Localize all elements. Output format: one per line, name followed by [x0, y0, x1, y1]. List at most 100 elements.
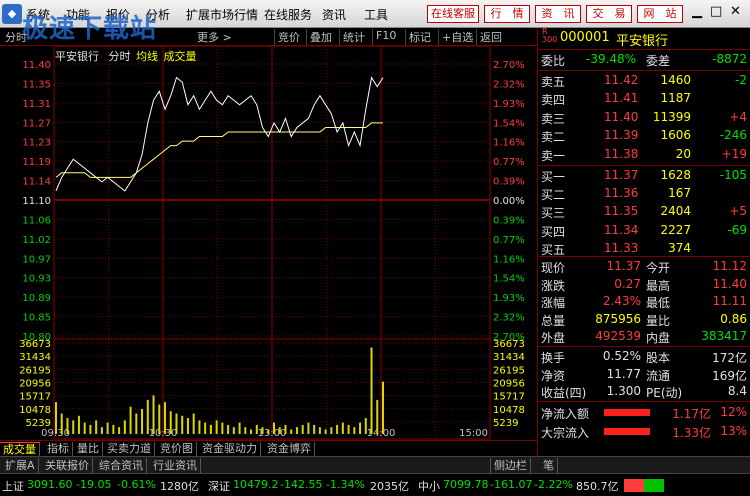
- legend-avg: 均线: [136, 50, 158, 63]
- stat-label: 今开: [646, 261, 671, 275]
- ask-row: 卖一 11.38 20 +19: [538, 146, 750, 164]
- volume-tick-label: 10478: [493, 405, 525, 416]
- percent-tick-label: 1.93%: [493, 293, 525, 304]
- price-line: [55, 76, 384, 192]
- flow-bar: [604, 409, 650, 416]
- minimize-icon[interactable]: ▁: [692, 4, 702, 19]
- signal-bar-icon: [624, 479, 664, 492]
- price-tick-label: 11.31: [22, 99, 51, 110]
- market-button[interactable]: 行 情: [484, 5, 530, 23]
- bid-volume: 1628: [660, 168, 691, 182]
- tab-related-quote[interactable]: 关联报价: [42, 458, 93, 473]
- stat-row: 涨跌 0.27 最高 11.40: [538, 276, 750, 294]
- menu-online-service[interactable]: 在线服务: [264, 6, 312, 23]
- tab-f10[interactable]: F10: [372, 29, 399, 45]
- tab-fund-drive[interactable]: 资金驱动力: [199, 442, 261, 456]
- percent-tick-label: 1.16%: [493, 254, 525, 265]
- volume-tick-label: 36673: [19, 339, 51, 350]
- tab-overlay[interactable]: 叠加: [306, 29, 335, 45]
- flow-percent: 12%: [720, 405, 747, 419]
- zx-value: 7099.78: [443, 478, 489, 491]
- quote-title: R 300 000001 平安银行: [538, 27, 750, 50]
- ask-price: 11.39: [604, 128, 639, 143]
- website-button[interactable]: 网 站: [637, 5, 683, 23]
- volume-tick-label: 31434: [493, 352, 525, 363]
- sz-percent: -1.34%: [326, 478, 365, 491]
- stat-value: 11.12: [712, 259, 747, 273]
- ask-label: 卖五: [541, 75, 566, 89]
- legend-mode: 分时: [108, 50, 131, 63]
- online-support-button[interactable]: 在线客服: [427, 5, 479, 23]
- app-logo-icon[interactable]: ◆: [2, 4, 22, 24]
- stat-value: 172亿: [712, 351, 747, 365]
- back-button[interactable]: 返回: [476, 29, 505, 45]
- tab-buy-sell-power[interactable]: 买卖力道: [104, 442, 155, 456]
- tab-volume-ratio[interactable]: 量比: [74, 442, 103, 456]
- stat-value: 169亿: [712, 368, 747, 383]
- sh-change: -19.05: [76, 478, 112, 491]
- menu-news[interactable]: 资讯: [322, 6, 346, 23]
- chart-legend: 平安银行 分时 均线 成交量: [55, 48, 197, 64]
- stat-label: 收益(四): [541, 386, 587, 401]
- bid-label: 买一: [541, 170, 566, 184]
- ask-row: 卖三 11.40 11399 +4: [538, 109, 750, 127]
- intraday-chart[interactable]: 11.40 2.70% 11.35 2.32% 11.31 1.93% 11.27 1.54%…: [0, 46, 537, 440]
- weicha-value: -8872: [712, 52, 747, 66]
- percent-tick-label: 1.16%: [493, 138, 525, 149]
- price-tick-label: 11.14: [22, 177, 51, 188]
- weicha-label: 委差: [646, 54, 671, 68]
- volume-tick-label: 20956: [19, 379, 51, 390]
- tab-auction[interactable]: 竞价: [274, 29, 303, 45]
- sidebar-toggle[interactable]: 侧边栏: [490, 458, 531, 473]
- flow-label: 净流入额: [541, 407, 590, 421]
- sh-label: 上证: [2, 480, 24, 493]
- price-tick-label: 11.19: [22, 157, 51, 168]
- trade-button[interactable]: 交 易: [586, 5, 632, 23]
- badge-r300: R 300: [542, 27, 558, 44]
- tab-fund-game[interactable]: 资金博弈: [264, 442, 315, 456]
- stat-row: 收益(四) 1.300 PE(动) 8.4: [538, 383, 750, 401]
- bid-row: 买一 11.37 1628 -105: [538, 167, 750, 185]
- legend-volume: 成交量: [163, 50, 197, 63]
- more-button[interactable]: 更多 >: [194, 29, 235, 45]
- percent-tick-label: 1.54%: [493, 274, 525, 285]
- tab-ext-a[interactable]: 扩展A: [2, 458, 39, 473]
- stat-value: 11.11: [712, 294, 747, 309]
- stat-label: 流通: [646, 368, 671, 383]
- tab-general-news[interactable]: 综合资讯: [96, 458, 147, 473]
- ask-volume: 20: [675, 146, 691, 161]
- bid-row: 买二 11.36 167: [538, 185, 750, 203]
- tab-auction-chart[interactable]: 竞价图: [157, 442, 197, 456]
- price-tick-label: 10.89: [22, 293, 51, 304]
- stat-label: PE(动): [646, 386, 683, 401]
- close-icon[interactable]: ✕: [730, 4, 741, 19]
- stat-label: 涨幅: [541, 296, 566, 311]
- maximize-icon[interactable]: □: [710, 4, 722, 19]
- news-button[interactable]: 资 讯: [535, 5, 581, 23]
- price-tick-label: 10.93: [22, 274, 51, 285]
- stat-value: 2.43%: [602, 294, 641, 309]
- tab-bi[interactable]: 笔: [540, 458, 558, 473]
- stat-label: 换手: [541, 351, 566, 365]
- tab-volume[interactable]: 成交量: [0, 442, 40, 456]
- price-tick-label: 11.06: [22, 215, 51, 226]
- ask-price: 11.38: [604, 146, 639, 161]
- tab-stats[interactable]: 统计: [339, 29, 368, 45]
- flow-label: 大宗流入: [541, 426, 590, 440]
- stat-value: 0.52%: [602, 349, 641, 363]
- bid-label: 买三: [541, 206, 566, 221]
- volume-tick-label: 31434: [19, 352, 51, 363]
- menu-tools[interactable]: 工具: [364, 6, 388, 23]
- zx-amount: 850.7亿: [576, 480, 619, 493]
- add-watchlist-button[interactable]: +自选: [438, 29, 476, 45]
- stat-value: 8.4: [727, 384, 747, 399]
- tab-mark[interactable]: 标记: [405, 29, 434, 45]
- tab-indicator[interactable]: 指标: [44, 442, 73, 456]
- tab-industry-news[interactable]: 行业资讯: [150, 458, 201, 473]
- menu-ext-market[interactable]: 扩展市场行情: [186, 6, 258, 23]
- price-tick-label: 10.97: [22, 254, 51, 265]
- stat-value: 0.86: [720, 311, 747, 326]
- ask-label: 卖四: [541, 93, 566, 108]
- stock-code: 000001: [560, 30, 610, 45]
- ask-label: 卖三: [541, 111, 566, 126]
